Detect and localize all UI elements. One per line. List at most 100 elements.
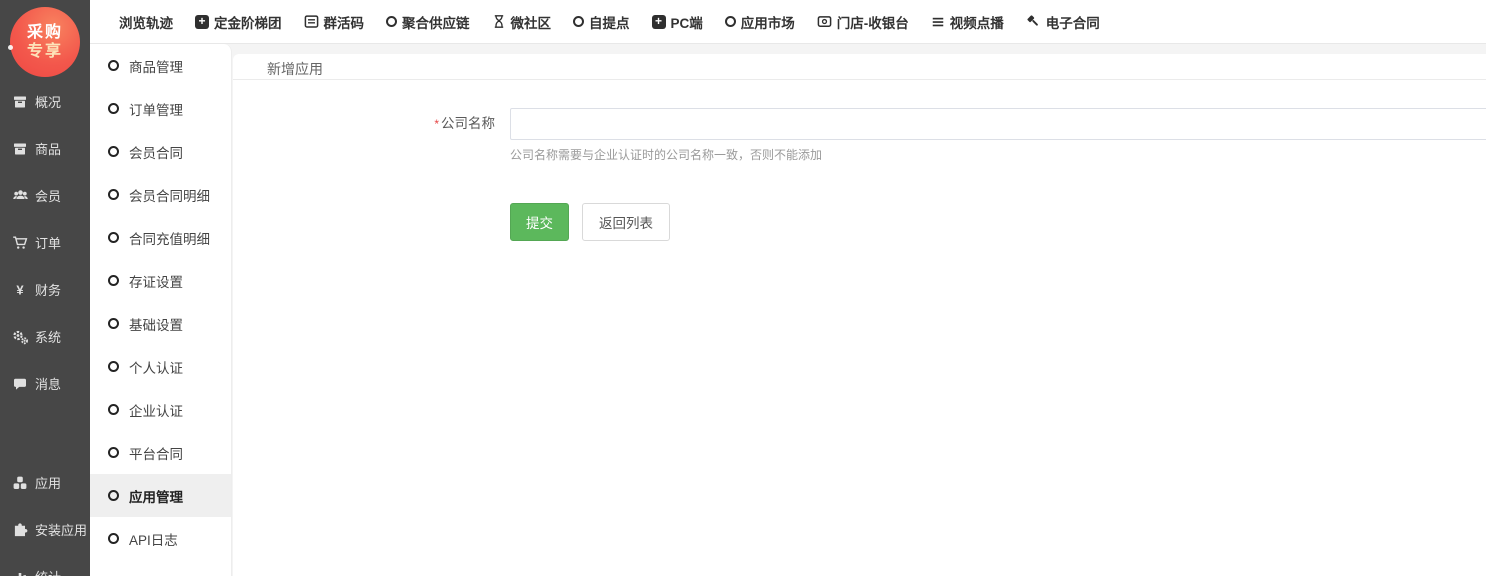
circle-bullet-icon bbox=[108, 103, 119, 114]
sidebar-item-label: 订单 bbox=[35, 233, 61, 252]
circle-bullet-icon bbox=[108, 447, 119, 458]
menu-item-label: 基础设置 bbox=[129, 314, 183, 334]
circle-bullet-icon bbox=[108, 533, 119, 544]
sidebar-item-overview[interactable]: 概况 bbox=[0, 78, 90, 125]
company-name-label: *公司名称 bbox=[233, 108, 503, 140]
menu-item-member-contract[interactable]: 会员合同 bbox=[90, 130, 231, 173]
circle-icon bbox=[725, 16, 736, 27]
circle-bullet-icon bbox=[108, 275, 119, 286]
circle-icon bbox=[386, 16, 397, 27]
cash-register-icon bbox=[817, 14, 832, 29]
circle-bullet-icon bbox=[108, 60, 119, 71]
page-title: 新增应用 bbox=[233, 54, 1486, 80]
menu-item-personal-auth[interactable]: 个人认证 bbox=[90, 345, 231, 388]
sidebar-spacer bbox=[0, 407, 90, 459]
top-nav-item-group-code[interactable]: 群活码 bbox=[304, 12, 365, 32]
menu-item-order-management[interactable]: 订单管理 bbox=[90, 87, 231, 130]
yen-icon: ¥ bbox=[11, 282, 29, 298]
top-nav-label: 视频点播 bbox=[950, 12, 1004, 32]
menu-item-member-contract-detail[interactable]: 会员合同明细 bbox=[90, 173, 231, 216]
sidebar-item-products[interactable]: 商品 bbox=[0, 125, 90, 172]
primary-nav: 概况 商品 会员 订单 ¥ 财务 系统 bbox=[0, 78, 90, 576]
sidebar-item-finance[interactable]: ¥ 财务 bbox=[0, 266, 90, 313]
sidebar-item-messages[interactable]: 消息 bbox=[0, 360, 90, 407]
top-nav-item-e-contract[interactable]: 电子合同 bbox=[1026, 12, 1100, 32]
puzzle-icon bbox=[11, 522, 29, 538]
svg-text:¥: ¥ bbox=[16, 282, 24, 297]
menu-item-label: 应用管理 bbox=[129, 486, 183, 506]
top-nav-item-pickup-point[interactable]: 自提点 bbox=[573, 12, 630, 32]
top-nav-item-store-cashier[interactable]: 门店-收银台 bbox=[817, 12, 909, 32]
menu-item-basic-settings[interactable]: 基础设置 bbox=[90, 302, 231, 345]
product-box-icon bbox=[11, 141, 29, 157]
circle-bullet-icon bbox=[108, 189, 119, 200]
sidebar-item-install-apps[interactable]: 安装应用 bbox=[0, 506, 90, 553]
apps-icon bbox=[11, 475, 29, 491]
menu-item-label: 订单管理 bbox=[129, 99, 183, 119]
required-asterisk: * bbox=[434, 117, 439, 131]
menu-item-platform-contract[interactable]: 平台合同 bbox=[90, 431, 231, 474]
menu-item-label: 企业认证 bbox=[129, 400, 183, 420]
top-nav-label: 应用市场 bbox=[741, 12, 795, 32]
app-window: 采购 专享 概况 商品 会员 订单 ¥ 财务 bbox=[0, 0, 1486, 576]
menu-item-enterprise-auth[interactable]: 企业认证 bbox=[90, 388, 231, 431]
sidebar-item-label: 消息 bbox=[35, 374, 61, 393]
sidebar-item-apps[interactable]: 应用 bbox=[0, 459, 90, 506]
stats-icon bbox=[11, 569, 29, 576]
menu-item-label: 会员合同明细 bbox=[129, 185, 210, 205]
logo-text-line2: 专享 bbox=[27, 42, 63, 61]
overview-box-icon bbox=[11, 94, 29, 110]
menu-item-api-log[interactable]: API日志 bbox=[90, 517, 231, 560]
cart-icon bbox=[11, 235, 29, 251]
group-code-icon bbox=[304, 14, 319, 29]
sidebar-item-stats[interactable]: 统计 bbox=[0, 553, 90, 576]
company-name-helper-text: 公司名称需要与企业认证时的公司名称一致，否则不能添加 bbox=[510, 146, 1486, 163]
menu-item-product-management[interactable]: 商品管理 bbox=[90, 44, 231, 87]
top-nav-label: 电子合同 bbox=[1046, 12, 1100, 32]
top-nav-label: 聚合供应链 bbox=[402, 12, 470, 32]
menu-item-label: 个人认证 bbox=[129, 357, 183, 377]
menu-item-evidence-settings[interactable]: 存证设置 bbox=[90, 259, 231, 302]
top-nav-label: PC端 bbox=[671, 12, 703, 32]
sidebar-item-label: 安装应用 bbox=[35, 520, 87, 539]
circle-bullet-icon bbox=[108, 146, 119, 157]
menu-item-label: 会员合同 bbox=[129, 142, 183, 162]
menu-item-label: 平台合同 bbox=[129, 443, 183, 463]
top-nav-item-deposit-ladder-group[interactable]: + 定金阶梯团 bbox=[195, 12, 282, 32]
menu-item-app-management[interactable]: 应用管理 bbox=[90, 474, 231, 517]
top-nav-item-app-market[interactable]: 应用市场 bbox=[725, 12, 795, 32]
message-icon bbox=[11, 376, 29, 392]
menu-item-label: 存证设置 bbox=[129, 271, 183, 291]
circle-bullet-icon bbox=[108, 232, 119, 243]
sidebar-item-system[interactable]: 系统 bbox=[0, 313, 90, 360]
company-name-form-row: *公司名称 bbox=[233, 108, 1486, 140]
top-nav-label: 浏览轨迹 bbox=[119, 12, 173, 32]
company-name-input[interactable] bbox=[510, 108, 1486, 140]
circle-bullet-icon bbox=[108, 361, 119, 372]
sidebar-item-label: 商品 bbox=[35, 139, 61, 158]
menu-item-label: API日志 bbox=[129, 529, 178, 549]
top-nav-item-supply-chain[interactable]: 聚合供应链 bbox=[386, 12, 470, 32]
submit-button[interactable]: 提交 bbox=[510, 203, 569, 241]
top-nav-item-video-on-demand[interactable]: 视频点播 bbox=[931, 12, 1004, 32]
top-nav-label: 微社区 bbox=[511, 12, 552, 32]
top-nav-item-browse-tracks[interactable]: 浏览轨迹 bbox=[119, 12, 173, 32]
secondary-sidebar: 商品管理 订单管理 会员合同 会员合同明细 合同充值明细 存证设置 基础设置 bbox=[90, 44, 232, 576]
menu-item-contract-recharge-detail[interactable]: 合同充值明细 bbox=[90, 216, 231, 259]
sidebar-item-label: 会员 bbox=[35, 186, 61, 205]
menu-item-label: 商品管理 bbox=[129, 56, 183, 76]
back-to-list-button[interactable]: 返回列表 bbox=[582, 203, 670, 241]
store-logo[interactable]: 采购 专享 bbox=[10, 7, 80, 77]
primary-sidebar: 采购 专享 概况 商品 会员 订单 ¥ 财务 bbox=[0, 0, 90, 576]
main-content: 新增应用 *公司名称 公司名称需要与企业认证时的公司名称一致，否则不能添加 提交… bbox=[233, 54, 1486, 576]
top-nav-item-pc-site[interactable]: + PC端 bbox=[652, 12, 703, 32]
sidebar-item-orders[interactable]: 订单 bbox=[0, 219, 90, 266]
sidebar-item-label: 财务 bbox=[35, 280, 61, 299]
menu-item-label: 合同充值明细 bbox=[129, 228, 210, 248]
sidebar-item-label: 概况 bbox=[35, 92, 61, 111]
sidebar-item-members[interactable]: 会员 bbox=[0, 172, 90, 219]
gears-icon bbox=[11, 329, 29, 345]
top-nav-item-micro-community[interactable]: 微社区 bbox=[492, 12, 552, 32]
sidebar-item-label: 系统 bbox=[35, 327, 61, 346]
circle-bullet-icon bbox=[108, 490, 119, 501]
